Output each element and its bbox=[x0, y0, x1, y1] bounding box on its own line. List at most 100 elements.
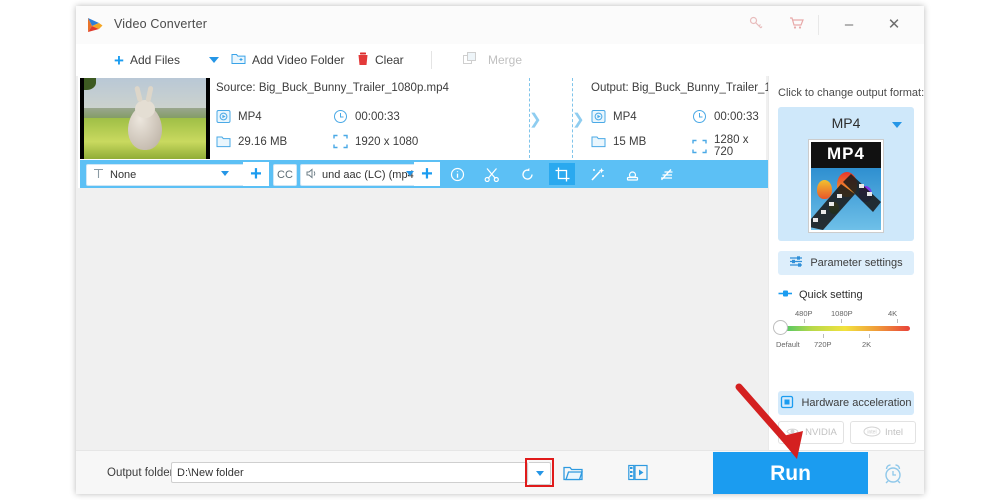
close-icon[interactable]: ✕ bbox=[879, 15, 909, 35]
source-info: Source: Big_Buck_Bunny_Trailer_1080p.mp4 bbox=[216, 82, 516, 94]
info-icon[interactable] bbox=[444, 163, 470, 185]
window-title: Video Converter bbox=[114, 17, 208, 31]
separator-2: ❯ bbox=[572, 78, 585, 158]
output-resolution-value: 1280 x 720 bbox=[714, 134, 749, 158]
shopping-cart-icon[interactable] bbox=[781, 15, 811, 35]
cut-scissors-icon[interactable] bbox=[479, 163, 505, 185]
subtitle-dropdown-icon[interactable] bbox=[221, 171, 229, 176]
run-label: Run bbox=[770, 461, 811, 485]
add-subtitle-button[interactable]: + bbox=[243, 162, 269, 186]
intel-icon: intel bbox=[863, 426, 881, 440]
crop-icon[interactable] bbox=[549, 163, 575, 185]
speaker-icon bbox=[306, 168, 318, 182]
alarm-clock-icon[interactable] bbox=[882, 463, 904, 489]
output-format-card[interactable]: MP4 MP4 bbox=[778, 107, 914, 241]
slider-tick-3 bbox=[823, 334, 824, 338]
slider-tick-1 bbox=[841, 319, 842, 323]
slider-tick-2 bbox=[897, 319, 898, 323]
closed-caption-button[interactable]: CC bbox=[273, 164, 297, 186]
slider-small-icon bbox=[778, 289, 793, 301]
format-thumb-label: MP4 bbox=[827, 144, 865, 163]
output-resolution: 1280 x 720 bbox=[692, 134, 766, 158]
chip-icon bbox=[780, 395, 794, 412]
gpu-intel-button[interactable]: intel Intel bbox=[850, 421, 916, 444]
folder-open-icon[interactable] bbox=[563, 464, 583, 486]
slider-bottom-label-2: 2K bbox=[862, 340, 872, 349]
source-format: MP4 bbox=[216, 109, 262, 124]
plus-icon: + bbox=[114, 50, 124, 70]
clock-icon bbox=[692, 109, 707, 124]
source-format-value: MP4 bbox=[238, 110, 262, 123]
play-logo-icon bbox=[86, 17, 104, 34]
title-bar: Video Converter – ✕ bbox=[76, 6, 924, 45]
output-format-panel: Click to change output format: MP4 MP4 P… bbox=[768, 76, 924, 450]
output-size: 15 MB bbox=[591, 134, 646, 149]
output-folder-label: Output folder: bbox=[107, 467, 177, 479]
add-audio-button[interactable]: + bbox=[414, 162, 440, 186]
quality-slider-handle[interactable] bbox=[773, 320, 788, 335]
minimize-icon[interactable]: – bbox=[834, 15, 864, 35]
slider-top-label-2: 4K bbox=[888, 309, 898, 318]
sliders-icon bbox=[789, 255, 803, 271]
item-action-bar: None + CC und aac (LC) (mp4a + bbox=[80, 160, 768, 188]
output-format-value: MP4 bbox=[613, 110, 637, 123]
format-dropdown-icon[interactable] bbox=[892, 122, 902, 128]
run-button[interactable]: Run bbox=[713, 452, 868, 494]
slider-tick-4 bbox=[869, 334, 870, 338]
merge-button[interactable]: Merge bbox=[463, 44, 522, 76]
add-video-folder-button[interactable]: Add Video Folder bbox=[231, 44, 345, 76]
parameter-settings-button[interactable]: Parameter settings bbox=[778, 251, 914, 275]
source-resolution-value: 1920 x 1080 bbox=[355, 135, 419, 148]
file-list-item[interactable]: Source: Big_Buck_Bunny_Trailer_1080p.mp4… bbox=[78, 76, 829, 188]
intel-label: Intel bbox=[885, 427, 903, 438]
format-icon bbox=[591, 109, 606, 124]
svg-text:intel: intel bbox=[867, 429, 876, 435]
format-thumbnail: MP4 bbox=[808, 139, 884, 233]
dropdown-highlight-box bbox=[525, 458, 554, 487]
main-toolbar: + Add Files Add Video Folder Clear Merge bbox=[76, 44, 924, 77]
format-icon bbox=[216, 109, 231, 124]
source-size: 29.16 MB bbox=[216, 134, 287, 149]
file-size-icon bbox=[216, 134, 231, 149]
add-files-button[interactable]: + Add Files bbox=[114, 44, 180, 76]
output-duration: 00:00:33 bbox=[692, 109, 759, 124]
slider-top-label-0: 480P bbox=[795, 309, 813, 318]
nvidia-icon bbox=[785, 426, 801, 440]
clear-label: Clear bbox=[375, 53, 404, 67]
add-files-dropdown-icon[interactable] bbox=[209, 57, 219, 63]
audio-dropdown-icon[interactable] bbox=[406, 171, 414, 176]
merge-text: Merge bbox=[488, 53, 523, 67]
quality-slider[interactable] bbox=[780, 326, 910, 331]
output-size-value: 15 MB bbox=[613, 135, 647, 148]
folder-add-icon bbox=[231, 52, 246, 68]
source-duration: 00:00:33 bbox=[333, 109, 400, 124]
quick-setting-label: Quick setting bbox=[799, 289, 863, 301]
slider-tick-0 bbox=[804, 319, 805, 323]
clear-button[interactable]: Clear bbox=[357, 44, 404, 76]
output-folder-input[interactable]: D:\New folder bbox=[171, 462, 528, 483]
clock-icon bbox=[333, 109, 348, 124]
gpu-nvidia-button[interactable]: NVIDIA bbox=[778, 421, 844, 444]
toolbar-divider bbox=[431, 51, 432, 69]
source-duration-value: 00:00:33 bbox=[355, 110, 400, 123]
rotate-icon[interactable] bbox=[514, 163, 540, 185]
separator-1: ❯ bbox=[529, 78, 542, 158]
add-video-folder-label: Add Video Folder bbox=[252, 53, 345, 67]
media-library-icon[interactable] bbox=[628, 464, 648, 486]
resolution-icon bbox=[692, 139, 707, 154]
cc-icon: CC bbox=[277, 169, 293, 181]
video-thumbnail[interactable] bbox=[80, 78, 210, 159]
effects-wand-icon[interactable] bbox=[584, 163, 610, 185]
hardware-acceleration-button[interactable]: Hardware acceleration bbox=[778, 391, 914, 415]
file-list-area: Source: Big_Buck_Bunny_Trailer_1080p.mp4… bbox=[76, 76, 829, 450]
subtitle-value: None bbox=[110, 169, 137, 181]
nvidia-label: NVIDIA bbox=[805, 427, 837, 438]
quick-setting-header: Quick setting bbox=[778, 289, 863, 301]
watermark-stamp-icon[interactable] bbox=[619, 163, 645, 185]
source-filename: Source: Big_Buck_Bunny_Trailer_1080p.mp4 bbox=[216, 82, 449, 94]
adjust-icon[interactable] bbox=[654, 163, 680, 185]
file-size-icon bbox=[591, 134, 606, 149]
output-duration-value: 00:00:33 bbox=[714, 110, 759, 123]
add-files-label: Add Files bbox=[129, 53, 180, 67]
register-key-icon[interactable] bbox=[741, 15, 771, 35]
